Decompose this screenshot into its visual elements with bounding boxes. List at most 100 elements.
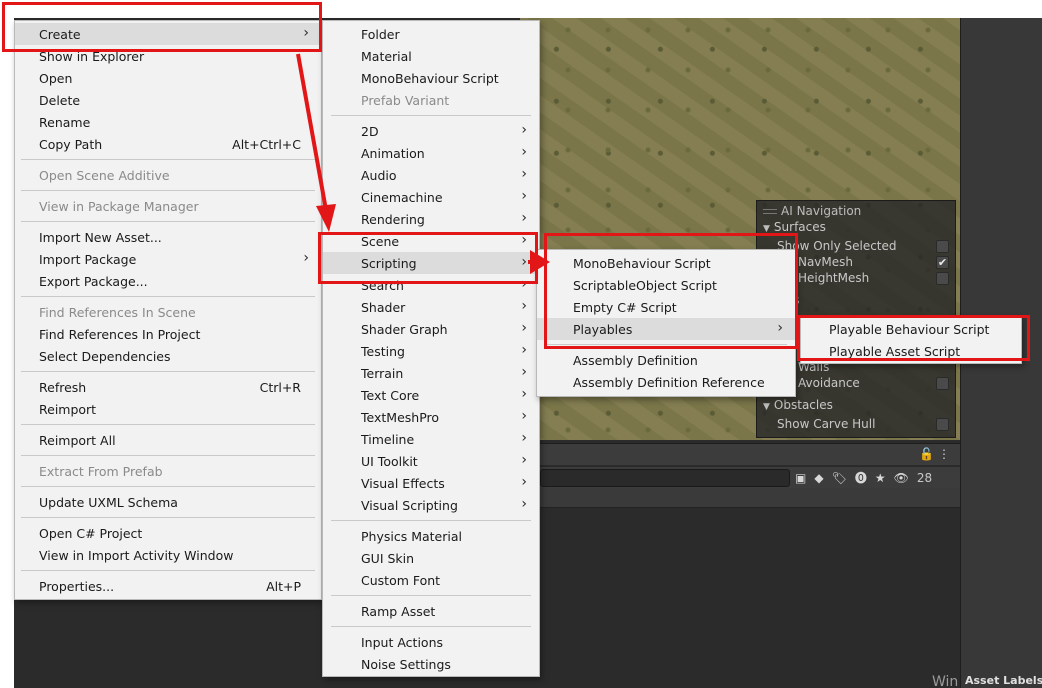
show-navmesh-checkbox[interactable]: ✔	[936, 256, 949, 269]
asset-type-icon[interactable]: ◆	[814, 471, 823, 485]
menu-item-rendering[interactable]: Rendering ›	[323, 208, 539, 230]
menu-item-export-package[interactable]: Export Package...	[15, 270, 321, 292]
search-by-type-icon[interactable]: ▣	[795, 471, 806, 485]
chevron-right-icon: ›	[521, 122, 527, 138]
chevron-right-icon: ›	[521, 386, 527, 402]
show-only-selected-checkbox[interactable]	[936, 240, 949, 253]
menu-item-delete[interactable]: Delete	[15, 89, 321, 111]
chevron-right-icon: ›	[521, 298, 527, 314]
drag-handle-icon[interactable]	[763, 209, 777, 214]
menu-item-shader[interactable]: Shader ›	[323, 296, 539, 318]
menu-separator	[21, 486, 315, 487]
menu-item-animation[interactable]: Animation ›	[323, 142, 539, 164]
asset-labels-heading: Asset Labels	[965, 674, 1042, 687]
chevron-right-icon: ›	[521, 276, 527, 292]
menu-item-reimport[interactable]: Reimport	[15, 398, 321, 420]
menu-item-search[interactable]: Search ›	[323, 274, 539, 296]
menu-item-text-core[interactable]: Text Core ›	[323, 384, 539, 406]
menu-item-2d[interactable]: 2D ›	[323, 120, 539, 142]
menu-item-folder[interactable]: Folder	[323, 23, 539, 45]
menu-separator	[331, 520, 531, 521]
chevron-right-icon: ›	[521, 166, 527, 182]
label-icon[interactable]: 🏷	[832, 471, 847, 485]
lock-icon[interactable]: 🔓 ⋮	[919, 447, 950, 461]
menu-item-textmeshpro[interactable]: TextMeshPro ›	[323, 406, 539, 428]
create-submenu: Folder Material MonoBehaviour Script Pre…	[322, 20, 540, 677]
menu-separator	[21, 517, 315, 518]
playables-submenu: Playable Behaviour Script Playable Asset…	[800, 315, 1022, 364]
show-avoidance-checkbox[interactable]	[936, 377, 949, 390]
menu-item-properties[interactable]: Properties... Alt+P	[15, 575, 321, 597]
menu-item-rename[interactable]: Rename	[15, 111, 321, 133]
menu-item-show-in-explorer[interactable]: Show in Explorer	[15, 45, 321, 67]
show-heightmesh-checkbox[interactable]	[936, 272, 949, 285]
menu-item-refresh[interactable]: Refresh Ctrl+R	[15, 376, 321, 398]
windows-watermark: Win	[932, 674, 959, 688]
menu-item-monobehaviour-script[interactable]: MonoBehaviour Script	[537, 252, 795, 274]
scripting-submenu: MonoBehaviour Script ScriptableObject Sc…	[536, 249, 796, 397]
obstacles-section[interactable]: Obstacles	[763, 398, 833, 416]
chevron-right-icon: ›	[777, 320, 783, 336]
menu-item-create[interactable]: Create ›	[15, 23, 321, 45]
menu-item-audio[interactable]: Audio ›	[323, 164, 539, 186]
menu-item-view-in-import-activity[interactable]: View in Import Activity Window	[15, 544, 321, 566]
menu-separator	[545, 344, 787, 345]
menu-item-testing[interactable]: Testing ›	[323, 340, 539, 362]
menu-item-ramp-asset[interactable]: Ramp Asset	[323, 600, 539, 622]
project-context-menu: Create › Show in Explorer Open Delete Ren…	[14, 20, 322, 600]
menu-item-input-actions[interactable]: Input Actions	[323, 631, 539, 653]
menu-item-playable-asset-script[interactable]: Playable Asset Script	[801, 340, 1021, 362]
project-area	[540, 488, 960, 508]
chevron-right-icon: ›	[521, 474, 527, 490]
menu-item-monobehaviour-script[interactable]: MonoBehaviour Script	[323, 67, 539, 89]
menu-item-scriptableobject-script[interactable]: ScriptableObject Script	[537, 274, 795, 296]
warning-icon[interactable]: ⓿	[855, 469, 867, 486]
show-carve-hull-label: Show Carve Hull	[777, 417, 876, 431]
chevron-right-icon: ›	[521, 364, 527, 380]
star-icon[interactable]: ★	[875, 471, 886, 485]
menu-item-gui-skin[interactable]: GUI Skin	[323, 547, 539, 569]
menu-item-import-package[interactable]: Import Package ›	[15, 248, 321, 270]
menu-item-visual-effects[interactable]: Visual Effects ›	[323, 472, 539, 494]
chevron-right-icon: ›	[521, 452, 527, 468]
menu-item-empty-csharp-script[interactable]: Empty C# Script	[537, 296, 795, 318]
menu-item-find-references-in-project[interactable]: Find References In Project	[15, 323, 321, 345]
menu-item-import-new-asset[interactable]: Import New Asset...	[15, 226, 321, 248]
eye-icon[interactable]: 👁	[894, 471, 909, 485]
menu-item-material[interactable]: Material	[323, 45, 539, 67]
menu-item-assembly-definition[interactable]: Assembly Definition	[537, 349, 795, 371]
menu-separator	[21, 159, 315, 160]
menu-separator	[21, 221, 315, 222]
menu-item-scene[interactable]: Scene ›	[323, 230, 539, 252]
menu-item-ui-toolkit[interactable]: UI Toolkit ›	[323, 450, 539, 472]
menu-item-noise-settings[interactable]: Noise Settings	[323, 653, 539, 675]
menu-item-playable-behaviour-script[interactable]: Playable Behaviour Script	[801, 318, 1021, 340]
menu-item-playables[interactable]: Playables ›	[537, 318, 795, 340]
menu-separator	[21, 424, 315, 425]
menu-item-update-uxml-schema[interactable]: Update UXML Schema	[15, 491, 321, 513]
menu-item-timeline[interactable]: Timeline ›	[323, 428, 539, 450]
surfaces-section[interactable]: Surfaces	[763, 220, 826, 238]
menu-item-cinemachine[interactable]: Cinemachine ›	[323, 186, 539, 208]
menu-item-scripting[interactable]: Scripting ›	[323, 252, 539, 274]
menu-item-assembly-definition-reference[interactable]: Assembly Definition Reference	[537, 371, 795, 393]
chevron-right-icon: ›	[521, 188, 527, 204]
chevron-right-icon: ›	[521, 144, 527, 160]
menu-item-reimport-all[interactable]: Reimport All	[15, 429, 321, 451]
menu-item-open[interactable]: Open	[15, 67, 321, 89]
menu-separator	[331, 115, 531, 116]
show-carve-hull-checkbox[interactable]	[936, 418, 949, 431]
chevron-right-icon: ›	[521, 342, 527, 358]
menu-item-shader-graph[interactable]: Shader Graph ›	[323, 318, 539, 340]
menu-item-open-csharp-project[interactable]: Open C# Project	[15, 522, 321, 544]
menu-item-physics-material[interactable]: Physics Material	[323, 525, 539, 547]
menu-item-select-dependencies[interactable]: Select Dependencies	[15, 345, 321, 367]
menu-item-visual-scripting[interactable]: Visual Scripting ›	[323, 494, 539, 516]
menu-item-custom-font[interactable]: Custom Font	[323, 569, 539, 591]
project-search-input[interactable]	[540, 469, 790, 487]
menu-separator	[331, 595, 531, 596]
menu-separator	[21, 296, 315, 297]
menu-item-terrain[interactable]: Terrain ›	[323, 362, 539, 384]
chevron-right-icon: ›	[521, 496, 527, 512]
menu-item-copy-path[interactable]: Copy Path Alt+Ctrl+C	[15, 133, 321, 155]
